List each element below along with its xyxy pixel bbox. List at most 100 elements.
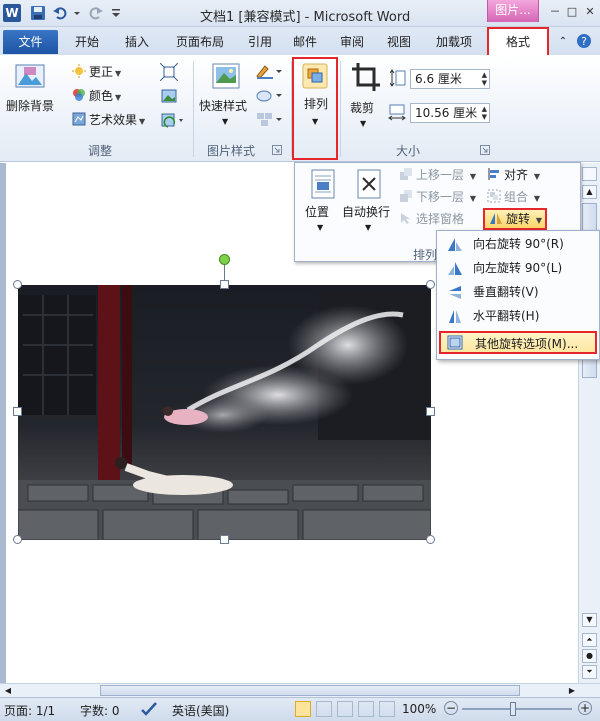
previous-page-icon[interactable]: ⏶ [582,633,597,647]
minimize-button[interactable]: － [549,6,561,18]
remove-background-icon[interactable] [14,61,46,93]
resize-handle-bottom[interactable] [220,535,229,544]
zoom-slider-track[interactable] [462,708,572,710]
menu-item-rotate-right[interactable]: 向右旋转 90°(R) [439,233,597,256]
tab-file[interactable]: 文件 [3,30,58,54]
web-layout-icon[interactable] [337,701,353,717]
corrections-button[interactable]: 更正 ▼ [72,63,121,81]
picture-layout-icon[interactable] [255,111,285,127]
arrange-group-label: 排列 [413,248,438,262]
ruler-toggle-icon[interactable] [582,167,597,181]
tab-insert[interactable]: 插入 [116,31,158,53]
quick-styles-button[interactable]: 快速样式 [199,97,247,115]
page-count[interactable]: 页面: 1/1 [4,702,55,719]
height-field[interactable]: 6.6 厘米 ▲ ▼ [410,69,490,89]
compress-pictures-icon[interactable] [159,62,179,82]
align-button[interactable]: 对齐 ▼ [487,165,540,185]
crop-icon[interactable] [350,61,382,93]
arrange-icon[interactable] [299,61,331,93]
scroll-left-icon[interactable]: ◀ [2,685,14,696]
height-spinner-icon[interactable]: ▲ ▼ [482,71,487,87]
reset-picture-icon[interactable] [160,111,186,129]
undo-dropdown-icon[interactable] [72,5,82,21]
status-bar: 页面: 1/1 字数: 0 英语(美国) 100% − + [0,697,600,721]
help-icon[interactable]: ? [574,31,594,53]
next-page-icon[interactable]: ⏷ [582,665,597,679]
resize-handle-left[interactable] [13,407,22,416]
crop-button[interactable]: 裁剪 [350,99,374,117]
draft-view-icon[interactable] [379,701,395,717]
zoom-slider-thumb[interactable] [510,702,516,716]
close-button[interactable]: ✕ [584,6,596,18]
word-count[interactable]: 字数: 0 [80,702,120,719]
tab-format[interactable]: 格式 [487,27,549,55]
quick-styles-icon[interactable] [210,61,242,93]
inserted-picture[interactable] [18,285,431,540]
width-field[interactable]: 10.56 厘米 ▲ ▼ [410,103,490,123]
rotate-button[interactable]: 旋转 ▼ [483,208,547,230]
zoom-in-icon[interactable]: + [578,701,592,715]
language-indicator[interactable]: 英语(美国) [172,702,229,719]
scroll-down-icon[interactable]: ▼ [582,613,597,627]
menu-item-rotate-left[interactable]: 向左旋转 90°(L) [439,257,597,280]
tab-home[interactable]: 开始 [66,31,108,53]
scroll-right-icon[interactable]: ▶ [566,685,578,696]
color-icon [72,88,86,102]
full-screen-reading-icon[interactable] [316,701,332,717]
picture-effects-icon[interactable] [255,87,285,103]
picture-border-icon[interactable] [255,63,285,79]
customize-qat-icon[interactable] [110,5,122,21]
proofing-icon[interactable] [140,701,158,717]
print-layout-icon[interactable] [295,701,311,717]
undo-icon[interactable] [52,5,68,21]
remove-background-button[interactable]: 删除背景 [6,97,54,115]
tab-review[interactable]: 审阅 [334,31,370,53]
menu-item-more-rotation-options[interactable]: 其他旋转选项(M)... [439,331,597,354]
word-logo-icon[interactable]: W [3,4,21,22]
resize-handle-bottom-right[interactable] [426,535,435,544]
menu-item-flip-vertical[interactable]: 垂直翻转(V) [439,281,597,304]
resize-handle-right[interactable] [426,407,435,416]
position-dropdown-icon[interactable]: ▼ [317,223,323,232]
quick-styles-dropdown-icon[interactable]: ▼ [222,117,228,126]
arrange-button[interactable]: 排列 [304,95,328,113]
wrap-text-button[interactable]: 自动换行 [342,203,390,221]
tab-view[interactable]: 视图 [381,31,417,53]
flip-vertical-label: 垂直翻转(V) [473,285,539,299]
scroll-up-icon[interactable]: ▲ [582,185,597,199]
rotation-handle[interactable] [219,254,230,265]
save-icon[interactable] [30,5,46,21]
restore-button[interactable]: □ [566,6,578,18]
redo-icon[interactable] [88,5,104,21]
resize-handle-top-left[interactable] [13,280,22,289]
arrange-dropdown-icon[interactable]: ▼ [312,117,318,126]
send-backward-label: 下移一层 [416,190,465,204]
horizontal-scroll-thumb[interactable] [100,685,520,696]
crop-dropdown-icon[interactable]: ▼ [360,119,366,128]
color-button[interactable]: 颜色 ▼ [72,87,121,105]
zoom-level[interactable]: 100% [402,702,436,716]
resize-handle-top-right[interactable] [426,280,435,289]
minimize-ribbon-icon[interactable]: ⌃ [556,31,570,53]
resize-handle-top[interactable] [220,280,229,289]
tab-mailings[interactable]: 邮件 [287,31,323,53]
tab-page-layout[interactable]: 页面布局 [165,31,235,53]
outline-view-icon[interactable] [358,701,374,717]
position-icon[interactable] [307,168,339,200]
resize-handle-bottom-left[interactable] [13,535,22,544]
menu-item-flip-horizontal[interactable]: 水平翻转(H) [439,305,597,328]
size-launcher-icon[interactable] [480,144,490,155]
artistic-effects-button[interactable]: 艺术效果 ▼ [72,111,145,129]
wrap-text-icon[interactable] [353,168,385,200]
position-button[interactable]: 位置 [305,203,329,221]
tab-references[interactable]: 引用 [242,31,278,53]
wrap-text-dropdown-icon[interactable]: ▼ [365,223,371,232]
change-picture-icon[interactable] [160,87,178,105]
corrections-label: 更正 [89,65,114,79]
tab-add-ins[interactable]: 加载项 [428,31,480,53]
horizontal-scrollbar[interactable]: ◀ ▶ [0,683,600,697]
width-spinner-icon[interactable]: ▲ ▼ [482,105,487,121]
browse-object-icon[interactable]: ● [582,649,597,663]
zoom-out-icon[interactable]: − [444,701,458,715]
picture-styles-launcher-icon[interactable] [272,144,282,155]
